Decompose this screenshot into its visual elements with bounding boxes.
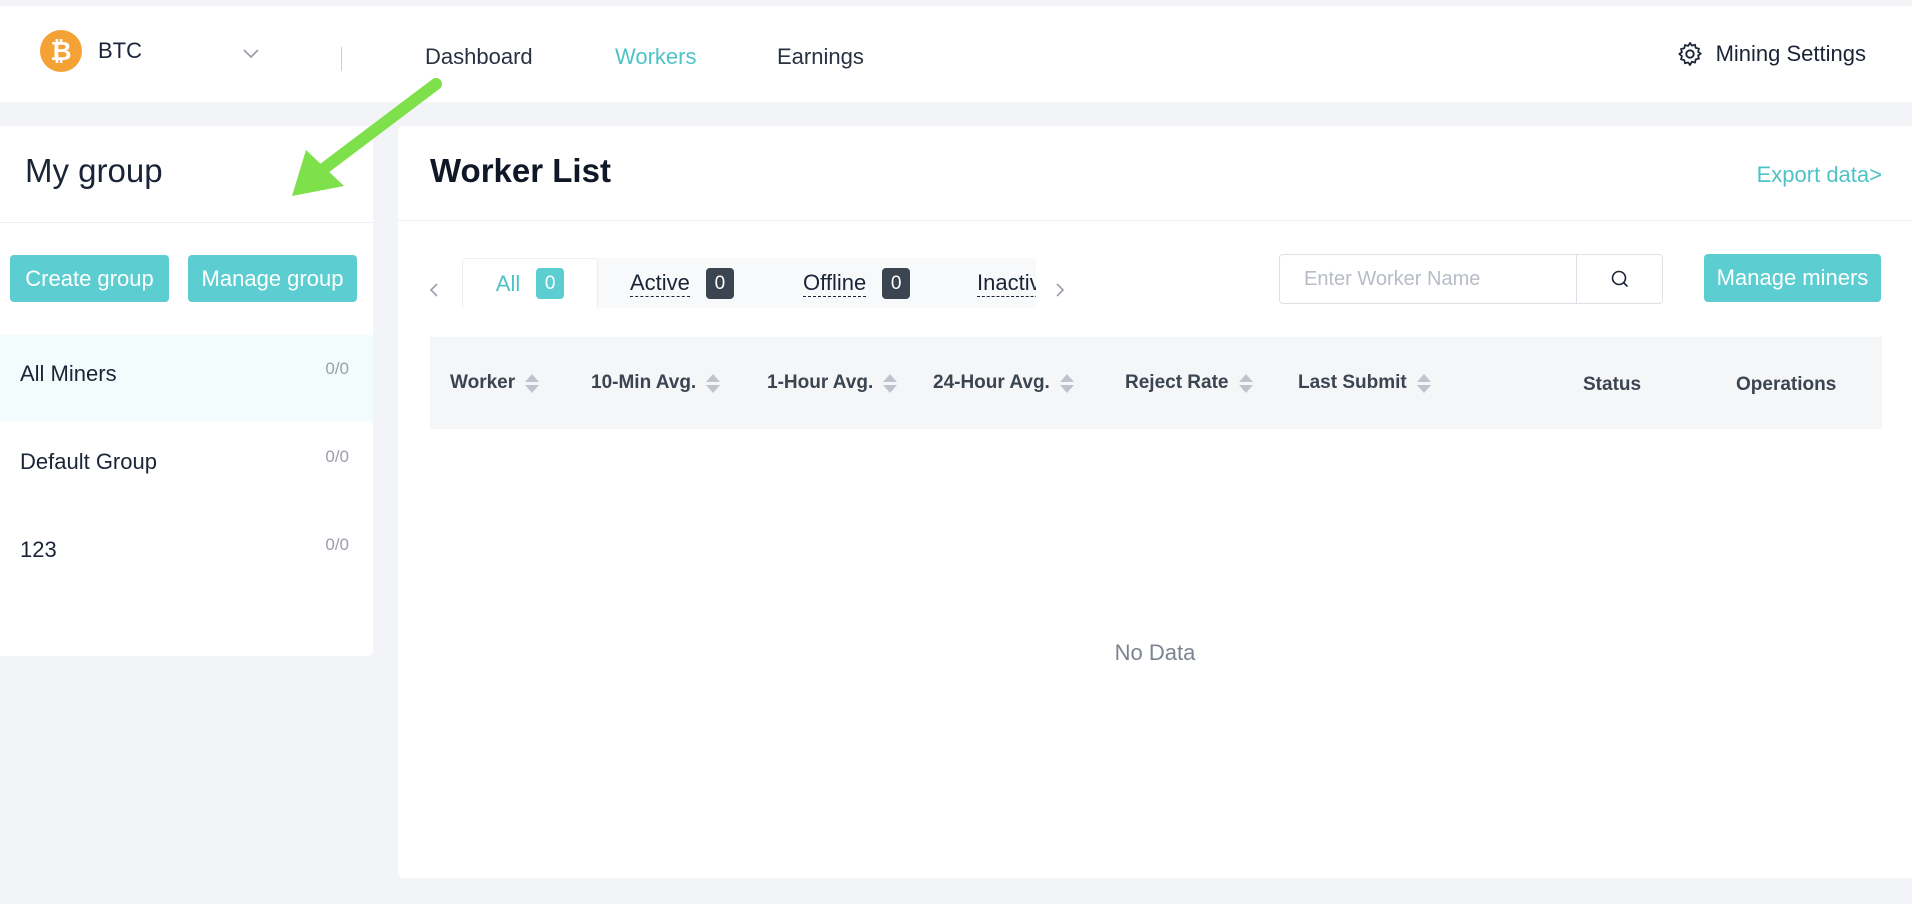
manage-group-button[interactable]: Manage group bbox=[188, 255, 357, 302]
group-item-all-miners[interactable]: All Miners 0/0 bbox=[0, 335, 373, 421]
chevron-left-icon[interactable] bbox=[428, 281, 440, 299]
tab-count-badge: 0 bbox=[536, 268, 565, 299]
worker-panel-divider bbox=[398, 220, 1912, 221]
tab-label: Offline bbox=[803, 269, 867, 297]
tab-label: All bbox=[495, 270, 521, 296]
coin-name: BTC bbox=[98, 38, 142, 63]
column-worker[interactable]: Worker bbox=[450, 337, 540, 429]
group-count: 0/0 bbox=[325, 359, 349, 378]
create-group-button[interactable]: Create group bbox=[10, 255, 169, 302]
coin-selector[interactable]: ₿ BTC bbox=[40, 30, 142, 72]
worker-list-panel: Worker List Export data> All 0 Active 0 … bbox=[398, 126, 1912, 878]
column-status: Status bbox=[1583, 339, 1641, 431]
nav-dashboard[interactable]: Dashboard bbox=[425, 44, 533, 70]
column-label: Operations bbox=[1736, 374, 1837, 395]
chevron-right-icon[interactable] bbox=[1054, 281, 1066, 299]
search-icon bbox=[1611, 270, 1628, 287]
tab-inactive[interactable]: Inactive 0 bbox=[977, 258, 1036, 308]
group-count: 0/0 bbox=[325, 447, 349, 466]
group-name: 123 bbox=[20, 537, 57, 562]
group-name: All Miners bbox=[20, 361, 117, 386]
manage-miners-button[interactable]: Manage miners bbox=[1704, 254, 1881, 302]
column-last-submit[interactable]: Last Submit bbox=[1298, 337, 1431, 429]
group-name: Default Group bbox=[20, 449, 157, 474]
column-1-hour-avg[interactable]: 1-Hour Avg. bbox=[767, 337, 898, 429]
header-divider bbox=[341, 47, 342, 71]
sort-icon[interactable] bbox=[525, 373, 540, 393]
nav-workers[interactable]: Workers bbox=[615, 44, 697, 70]
search-button[interactable] bbox=[1576, 255, 1663, 303]
group-item-default-group[interactable]: Default Group 0/0 bbox=[0, 423, 373, 509]
worker-search bbox=[1279, 254, 1663, 304]
tab-all[interactable]: All 0 bbox=[462, 258, 598, 308]
column-label: 1-Hour Avg. bbox=[767, 372, 874, 393]
group-item-123[interactable]: 123 0/0 bbox=[0, 511, 373, 597]
tab-label: Active bbox=[630, 269, 690, 297]
tab-label: Inactive bbox=[977, 270, 1036, 297]
mining-settings-label: Mining Settings bbox=[1715, 41, 1866, 66]
sort-icon[interactable] bbox=[706, 373, 721, 393]
tab-count-badge: 0 bbox=[882, 267, 911, 299]
gear-icon bbox=[1677, 42, 1702, 66]
worker-search-input[interactable] bbox=[1280, 255, 1576, 303]
chevron-down-icon[interactable] bbox=[242, 46, 260, 60]
column-label: 24-Hour Avg. bbox=[933, 372, 1050, 393]
column-label: Worker bbox=[450, 372, 516, 393]
group-panel: My group Create group Manage group All M… bbox=[0, 126, 373, 656]
page-title: Worker List bbox=[430, 152, 611, 189]
tab-count-badge: 0 bbox=[705, 267, 734, 299]
column-operations: Operations bbox=[1736, 339, 1836, 431]
bitcoin-icon: ₿ bbox=[40, 30, 82, 72]
column-label: 10-Min Avg. bbox=[591, 372, 697, 393]
top-header: ₿ BTC Dashboard Workers Earnings Mining … bbox=[0, 6, 1912, 102]
tab-active[interactable]: Active 0 bbox=[630, 258, 734, 308]
group-panel-title: My group bbox=[25, 152, 163, 189]
nav-earnings[interactable]: Earnings bbox=[777, 44, 864, 70]
worker-table-header: Worker 10-Min Avg. 1-Hour Avg. 24-Hour A… bbox=[430, 337, 1882, 429]
empty-state-text: No Data bbox=[1114, 640, 1196, 665]
sort-icon[interactable] bbox=[883, 373, 898, 393]
column-label: Last Submit bbox=[1298, 372, 1407, 393]
status-tabs: All 0 Active 0 Offline 0 Inactive 0 bbox=[462, 258, 1036, 308]
group-panel-divider bbox=[0, 222, 373, 223]
sort-icon[interactable] bbox=[1416, 373, 1431, 393]
column-reject-rate[interactable]: Reject Rate bbox=[1125, 337, 1253, 429]
column-label: Reject Rate bbox=[1125, 372, 1229, 393]
column-10-min-avg[interactable]: 10-Min Avg. bbox=[591, 337, 721, 429]
sort-icon[interactable] bbox=[1238, 373, 1253, 393]
mining-settings-button[interactable]: Mining Settings bbox=[1676, 40, 1866, 68]
column-24-hour-avg[interactable]: 24-Hour Avg. bbox=[933, 337, 1074, 429]
group-count: 0/0 bbox=[325, 535, 349, 554]
tab-offline[interactable]: Offline 0 bbox=[803, 258, 911, 308]
export-data-link[interactable]: Export data> bbox=[1757, 162, 1882, 188]
sort-icon[interactable] bbox=[1059, 373, 1074, 393]
column-label: Status bbox=[1583, 374, 1642, 395]
